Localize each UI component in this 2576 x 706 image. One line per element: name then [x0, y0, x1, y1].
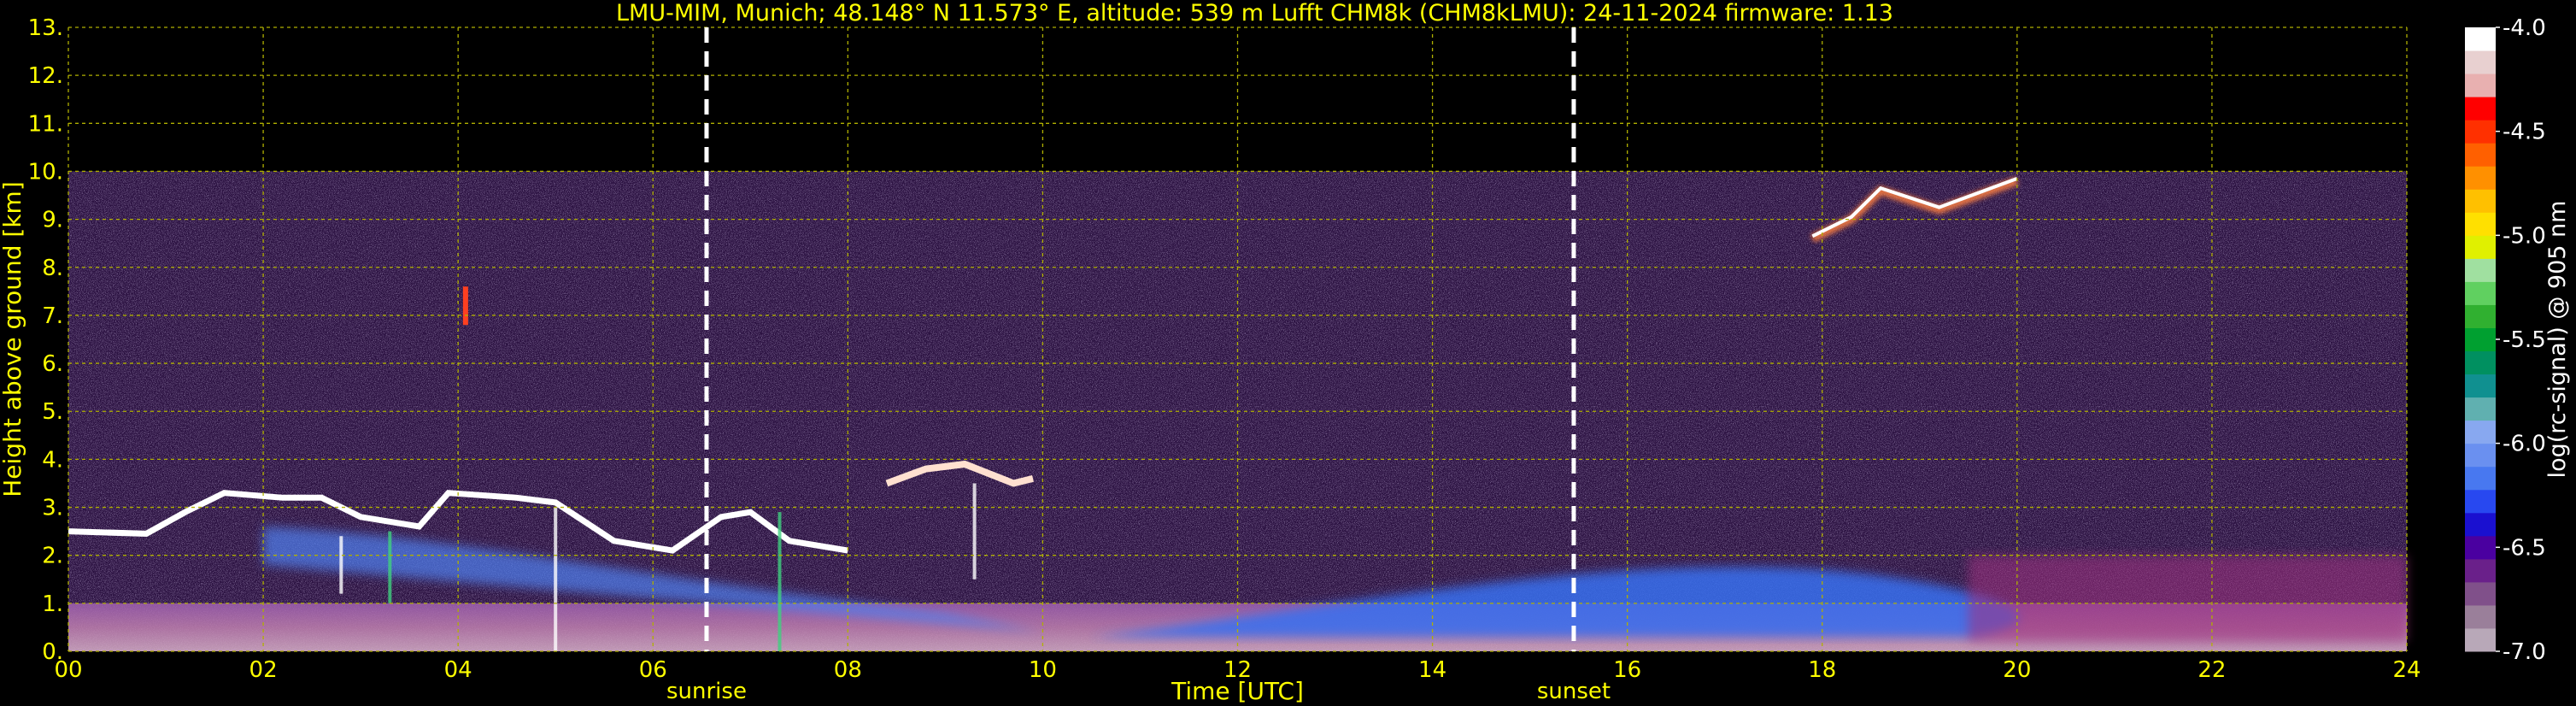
colorbar-segment: [2465, 350, 2496, 375]
colorbar-segment: [2465, 397, 2496, 421]
colorbar-tick-label: -7.0: [2503, 639, 2546, 665]
colorbar-segment: [2465, 581, 2496, 606]
colorbar-label: log(rc-signal) @ 905 nm: [2544, 201, 2571, 479]
y-tick-label: 7.: [42, 303, 63, 329]
colorbar-segment: [2465, 327, 2496, 352]
residual-layer-late: [1968, 555, 2407, 642]
colorbar-segment: [2465, 189, 2496, 213]
colorbar-segment: [2465, 627, 2496, 652]
sunset-label: sunset: [1537, 679, 1611, 704]
colorbar-segment: [2465, 466, 2496, 491]
y-tick-label: 1.: [42, 591, 63, 617]
x-tick-label: 16: [1613, 657, 1641, 683]
colorbar-segment: [2465, 512, 2496, 537]
y-tick-label: 4.: [42, 447, 63, 473]
y-tick-label: 11.: [28, 111, 63, 137]
x-tick-label: 04: [444, 657, 472, 683]
y-tick-label: 2.: [42, 544, 63, 569]
colorbar-tick-label: -6.5: [2503, 535, 2546, 561]
x-tick-label: 24: [2392, 657, 2421, 683]
colorbar-segment: [2465, 212, 2496, 236]
colorbar-segment: [2465, 281, 2496, 305]
y-tick-labels: 0.1.2.3.4.5.6.7.8.9.10.11.12.13.: [28, 15, 63, 665]
colorbar-segment: [2465, 304, 2496, 328]
colorbar-segment: [2465, 74, 2496, 97]
x-tick-label: 22: [2198, 657, 2226, 683]
colorbar-segment: [2465, 558, 2496, 583]
colorbar-segment: [2465, 166, 2496, 190]
x-tick-label: 18: [1808, 657, 1836, 683]
y-tick-label: 6.: [42, 351, 63, 377]
colorbar-segment: [2465, 50, 2496, 74]
y-tick-label: 5.: [42, 399, 63, 425]
x-tick-label: 00: [54, 657, 82, 683]
colorbar-segment: [2465, 120, 2496, 144]
x-tick-label: 02: [249, 657, 278, 683]
y-tick-label: 13.: [28, 15, 63, 41]
colorbar-segment: [2465, 258, 2496, 282]
colorbar-tick-label: -4.0: [2503, 15, 2546, 41]
colorbar-segment: [2465, 235, 2496, 259]
colorbar-segment: [2465, 443, 2496, 468]
colorbar-segment: [2465, 143, 2496, 167]
y-axis-label: Height above ground [km]: [0, 181, 26, 497]
colorbar-segment: [2465, 27, 2496, 51]
x-tick-label: 08: [834, 657, 862, 683]
colorbar-segment: [2465, 604, 2496, 629]
y-tick-label: 12.: [28, 63, 63, 89]
colorbar-tick-label: -5.0: [2503, 223, 2546, 249]
x-tick-label: 10: [1029, 657, 1057, 683]
sunrise-label: sunrise: [666, 679, 747, 704]
y-tick-label: 8.: [42, 256, 63, 281]
chart-title: LMU-MIM, Munich; 48.148° N 11.573° E, al…: [616, 0, 1893, 26]
x-tick-label: 06: [639, 657, 667, 683]
colorbar-segment: [2465, 489, 2496, 514]
colorbar-tick-label: -6.0: [2503, 432, 2546, 457]
x-axis-label: Time [UTC]: [1171, 677, 1304, 705]
colorbar-segment: [2465, 535, 2496, 560]
x-tick-label: 14: [1418, 657, 1446, 683]
ceilometer-chart: sunrise sunset 0.1.2.3.4.5.6.7.8.9.10.11.…: [0, 0, 2571, 705]
colorbar-segment: [2465, 420, 2496, 444]
colorbar-segment: [2465, 374, 2496, 398]
y-tick-label: 9.: [42, 208, 63, 233]
y-tick-label: 10.: [28, 159, 63, 185]
x-tick-label: 20: [2003, 657, 2031, 683]
y-tick-label: 3.: [42, 496, 63, 521]
colorbar-segment: [2465, 97, 2496, 121]
aerosol-plume: [462, 286, 468, 326]
colorbar-tick-label: -5.5: [2503, 327, 2546, 353]
colorbar-tick-label: -4.5: [2503, 120, 2546, 145]
colorbar: -4.0 -4.5 -5.0 -5.5 -6.0 -6.5 -7.0: [2465, 15, 2546, 665]
